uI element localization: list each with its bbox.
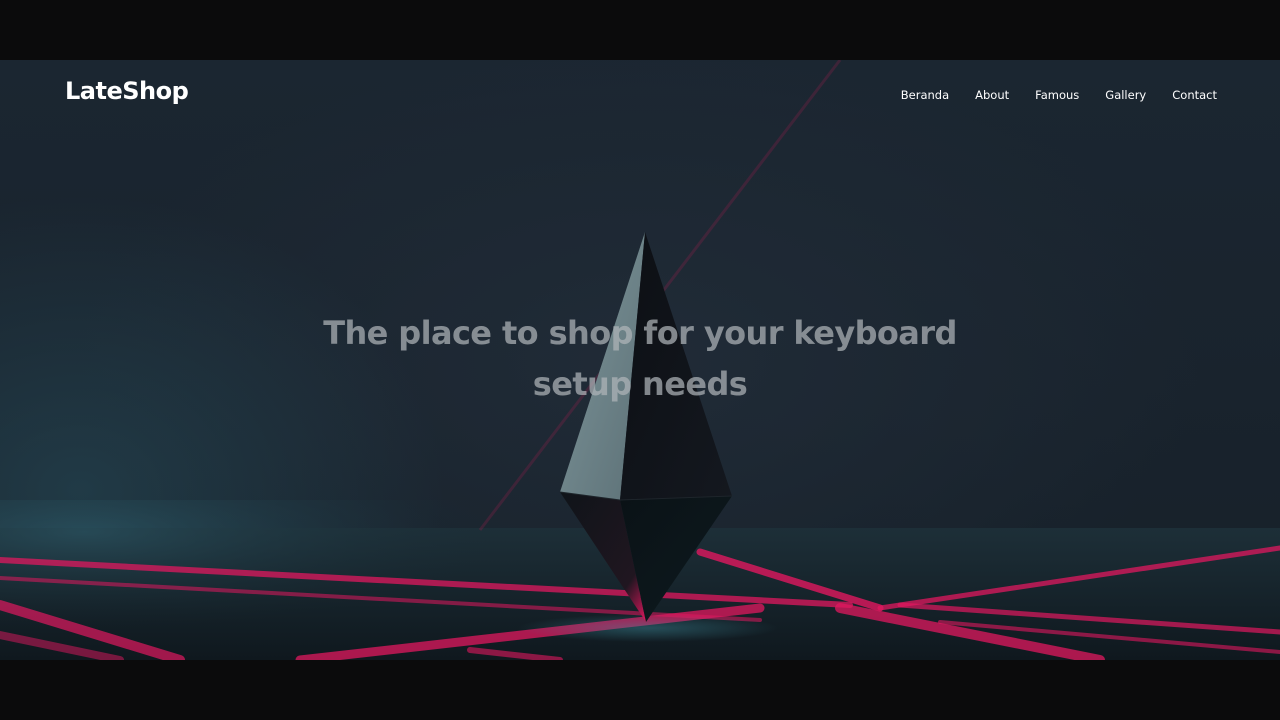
hero-section: LateShop Beranda About Famous Gallery Co… (0, 60, 1280, 660)
nav-menu: Beranda About Famous Gallery Contact (901, 84, 1217, 103)
letterbox-bottom (0, 660, 1280, 720)
hero-headline: The place to shop for your keyboard setu… (323, 314, 957, 403)
nav-item-gallery: Gallery (1105, 84, 1146, 103)
nav-link-famous[interactable]: Famous (1035, 88, 1079, 102)
nav-link-contact[interactable]: Contact (1172, 88, 1217, 102)
nav-link-about[interactable]: About (975, 88, 1009, 102)
nav-link-gallery[interactable]: Gallery (1105, 88, 1146, 102)
letterbox-top (0, 0, 1280, 60)
site-logo[interactable]: LateShop (65, 77, 189, 105)
nav-item-famous: Famous (1035, 84, 1079, 103)
nav-link-beranda[interactable]: Beranda (901, 88, 949, 102)
navbar: LateShop Beranda About Famous Gallery Co… (0, 60, 1280, 126)
nav-item-about: About (975, 84, 1009, 103)
nav-item-beranda: Beranda (901, 84, 949, 103)
nav-item-contact: Contact (1172, 84, 1217, 103)
